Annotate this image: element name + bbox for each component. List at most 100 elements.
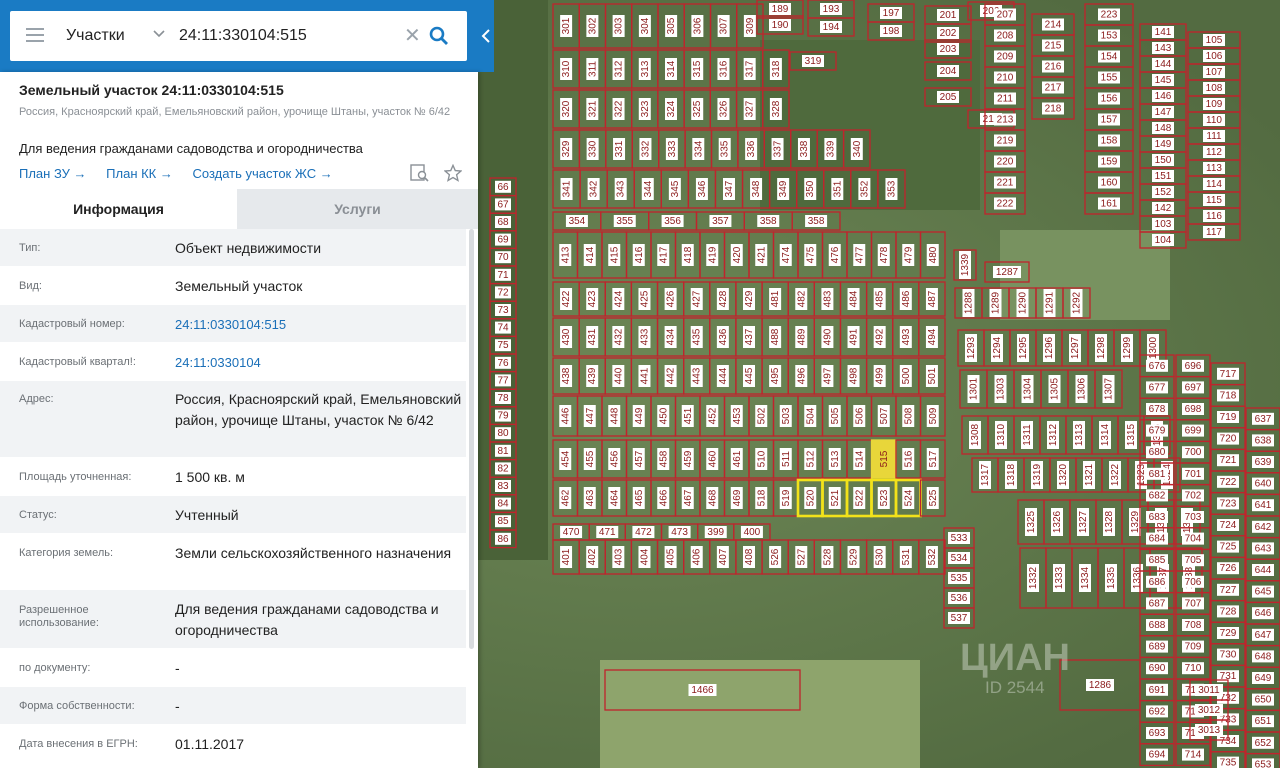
plot-label: 510 [756,450,767,467]
plot-label: 720 [1220,434,1237,445]
plot-label: 1286 [1089,680,1112,691]
plot-label: 651 [1255,716,1272,727]
plot-label: 1310 [996,423,1007,446]
plot-label: 311 [587,61,598,77]
plot-label: 335 [720,140,731,157]
plot-label: 488 [770,328,781,345]
plot-label: 72 [497,287,509,298]
row-value: Учтенный [175,507,239,523]
plot-label: 203 [940,44,957,55]
plot-label: 326 [718,100,729,117]
plot-label: 710 [1185,663,1202,674]
plot-label: 706 [1185,577,1202,588]
plot-label: 645 [1255,587,1272,598]
chevron-down-icon[interactable] [152,27,166,41]
info-row: Вид: Земельный участок [0,267,466,305]
panel-scrollbar[interactable] [469,229,474,649]
plot-label: 320 [561,100,572,117]
plot-label: 432 [613,328,624,345]
panel-tabs: Информация Услуги [0,189,478,229]
plot-label: 422 [561,290,572,307]
plot-label: 109 [1206,99,1223,110]
chevron-left-icon[interactable] [478,28,494,44]
search-document-icon[interactable] [410,164,430,182]
plot-label: 355 [616,216,633,227]
plot-label: 485 [875,290,886,307]
cadastral-quarter-link[interactable]: 24:11:0330104 [175,352,465,373]
plot-label: 318 [771,60,782,77]
menu-icon[interactable] [26,28,44,42]
plot-label: 701 [1185,469,1202,480]
plot-label: 338 [799,140,810,157]
star-icon[interactable] [443,163,464,182]
plot-label: 144 [1155,59,1172,70]
plot-label: 334 [693,140,704,157]
plot-label: 342 [589,180,600,197]
plan-kk-link[interactable]: План КК → [106,166,173,181]
plot-label: 302 [587,17,598,34]
row-value: Земельный участок [175,278,303,294]
plot-label: 221 [997,178,1014,189]
plot-label: 1318 [1006,463,1017,486]
search-input[interactable]: 24:11:330104:515 [179,27,307,45]
plot-label: 718 [1220,390,1237,401]
search-icon[interactable] [429,26,449,46]
search-type-select[interactable]: Участки [66,27,125,45]
plot-label: 145 [1155,75,1172,86]
plot-label: 158 [1101,136,1118,147]
plot-label: 709 [1185,642,1202,653]
plot-label: 1295 [1018,336,1029,359]
plot-label: 478 [879,246,890,263]
plot-label: 111 [1206,131,1222,142]
tab-info[interactable]: Информация [0,189,237,229]
plot-label: 681 [1149,469,1166,480]
plot-label: 327 [745,100,756,117]
plot-label: 522 [854,489,865,506]
plot-label: 425 [639,290,650,307]
plot-label: 644 [1255,565,1272,576]
cadastral-number-link[interactable]: 24:11:0330104:515 [175,314,465,335]
plot-label: 348 [751,180,762,197]
plot-label: 508 [903,407,914,424]
plot-label: 1328 [1104,510,1115,533]
plot-label: 451 [683,407,694,424]
plot-label: 201 [940,10,957,21]
tab-services[interactable]: Услуги [237,189,478,229]
plot-label: 416 [634,246,645,263]
plot-label: 445 [744,367,755,384]
plot-label: 504 [805,407,816,424]
plot-label: 491 [849,328,860,345]
plot-label: 204 [940,66,957,77]
plot-label: 536 [951,593,968,604]
plot-label: 149 [1155,139,1172,150]
plot-label: 480 [928,246,939,263]
plot-label: 678 [1149,404,1166,415]
plot-label: 1319 [1032,463,1043,486]
row-label: Разрешенное использование: [19,604,99,629]
plot-label: 511 [781,451,792,467]
plot-515[interactable]: 515 [870,439,897,479]
plot-label: 404 [639,548,650,565]
info-row: по документу: - [0,649,466,687]
plot-label: 1317 [980,463,991,486]
clear-icon[interactable]: ✕ [404,26,421,46]
plot-label: 1294 [992,336,1003,359]
plot-label: 76 [497,358,509,369]
create-plot-link[interactable]: Создать участок ЖС → [193,166,333,181]
plot-label: 690 [1149,663,1166,674]
plot-label: 427 [692,290,703,307]
plot-label: 417 [658,246,669,263]
plan-zu-link[interactable]: План ЗУ → [19,166,87,181]
plot-label: 507 [879,407,890,424]
plot-label: 454 [560,450,571,467]
plot-label: 648 [1255,651,1272,662]
plot-label: 315 [692,60,703,77]
plot-label: 486 [901,290,912,307]
plot-label: 1312 [1048,423,1059,446]
plot-label: 698 [1185,404,1202,415]
plot-label: 687 [1149,598,1166,609]
plot-label: 1314 [1100,423,1111,446]
info-row: Тип: Объект недвижимости [0,229,466,267]
plot-label: 437 [744,328,755,345]
plot-label: 442 [666,367,677,384]
